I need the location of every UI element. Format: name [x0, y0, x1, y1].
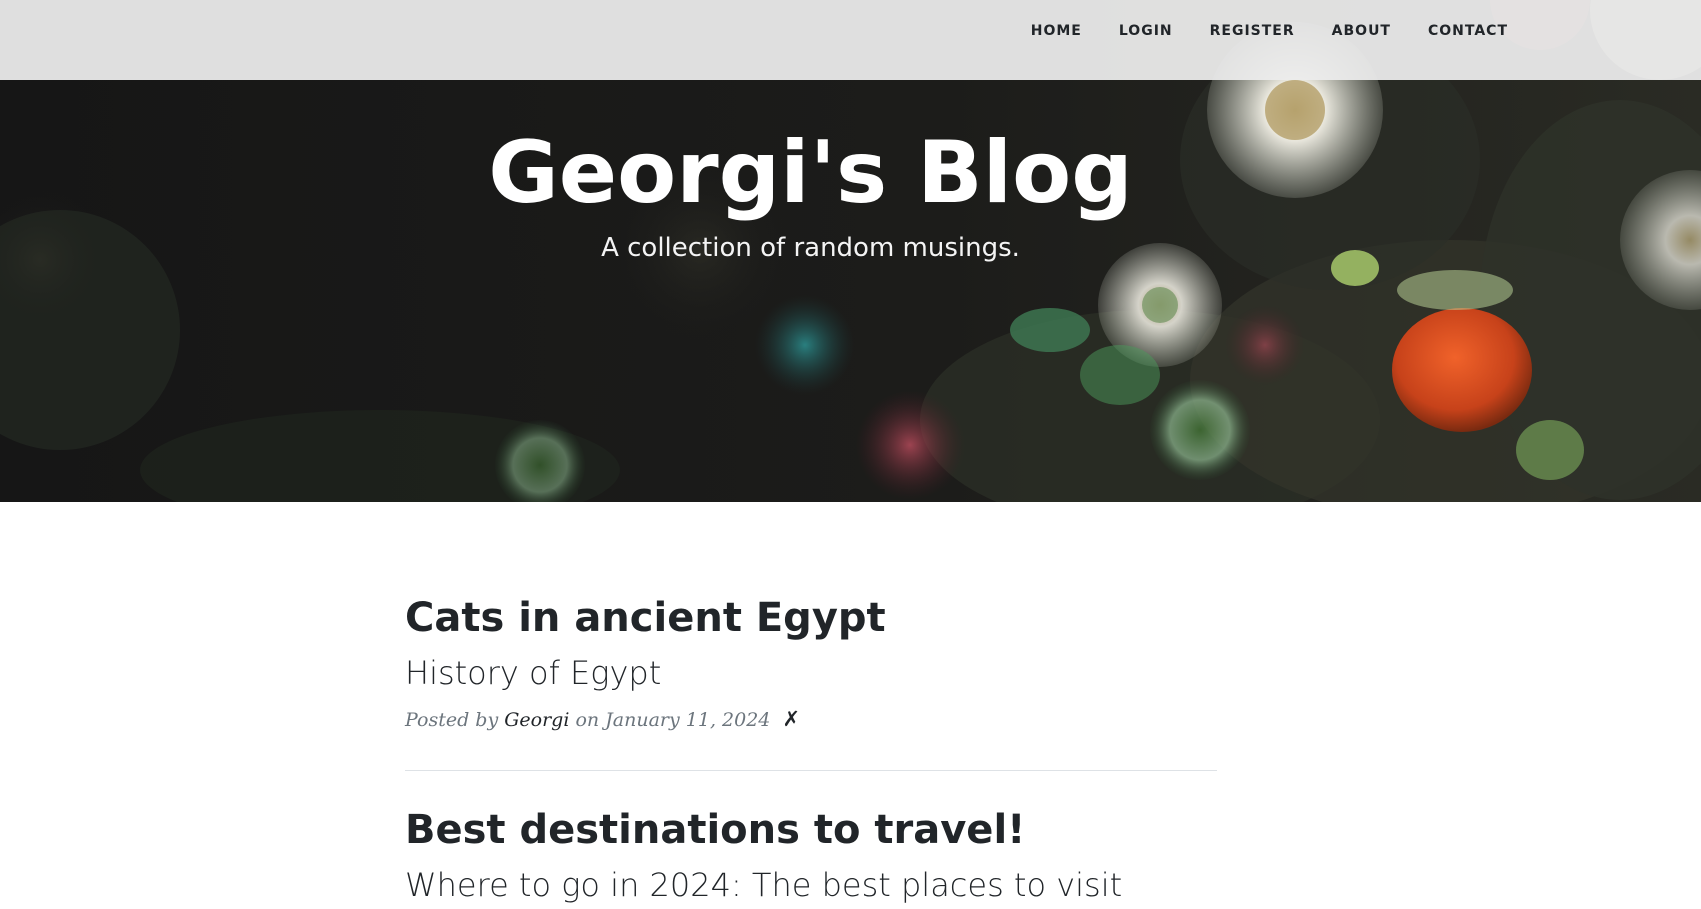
- post-title[interactable]: Best destinations to travel!: [405, 800, 1217, 860]
- site-subtitle: A collection of random musings.: [601, 233, 1020, 263]
- post-link[interactable]: Best destinations to travel! Where to go…: [405, 800, 1217, 909]
- top-navbar: HOME LOGIN REGISTER ABOUT CONTACT: [0, 0, 1701, 80]
- post-meta-prefix: Posted by: [405, 709, 499, 731]
- nav-login-link[interactable]: LOGIN: [1119, 23, 1173, 39]
- post-divider: [405, 770, 1217, 771]
- post-subtitle[interactable]: History of Egypt: [405, 648, 1217, 698]
- nav-about-link[interactable]: ABOUT: [1332, 23, 1391, 39]
- post-preview: Best destinations to travel! Where to go…: [405, 800, 1217, 909]
- post-preview: Cats in ancient Egypt History of Egypt P…: [405, 588, 1217, 735]
- post-list: Cats in ancient Egypt History of Egypt P…: [405, 588, 1217, 909]
- post-title[interactable]: Cats in ancient Egypt: [405, 588, 1217, 648]
- post-subtitle[interactable]: Where to go in 2024: The best places to …: [405, 860, 1217, 909]
- post-meta-date: on January 11, 2024: [575, 709, 771, 731]
- post-link[interactable]: Cats in ancient Egypt History of Egypt: [405, 588, 1217, 698]
- site-heading: Georgi's Blog A collection of random mus…: [0, 118, 1621, 264]
- post-author-link[interactable]: Georgi: [504, 709, 569, 731]
- nav-links: HOME LOGIN REGISTER ABOUT CONTACT: [994, 0, 1508, 62]
- post-meta: Posted by Georgi on January 11, 2024 ✗: [405, 704, 1217, 735]
- nav-home-link[interactable]: HOME: [1031, 23, 1082, 39]
- delete-post-icon[interactable]: ✗: [782, 707, 800, 731]
- nav-contact-link[interactable]: CONTACT: [1428, 23, 1508, 39]
- site-title: Georgi's Blog: [488, 123, 1133, 223]
- nav-register-link[interactable]: REGISTER: [1210, 23, 1295, 39]
